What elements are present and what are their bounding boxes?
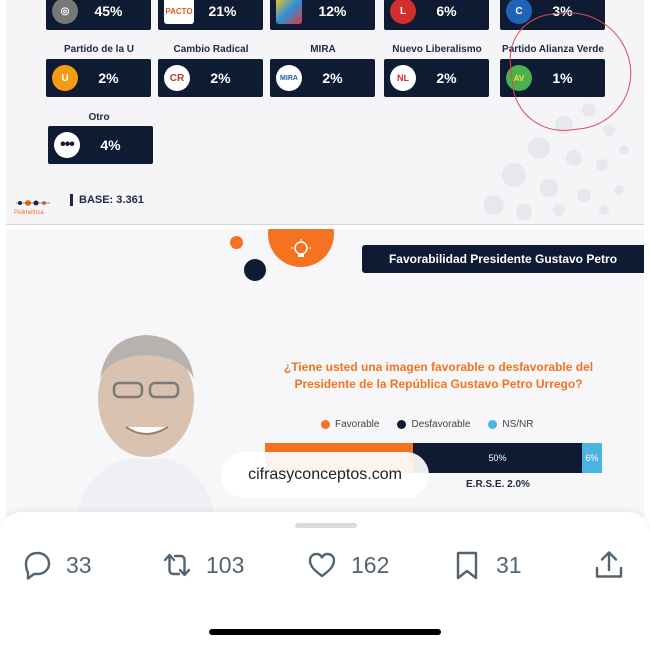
- party-name: Partido de la U: [63, 44, 134, 55]
- party-percentage: 6%: [436, 3, 457, 19]
- party-percentage: 21%: [208, 3, 237, 19]
- reply-button[interactable]: 33: [20, 548, 92, 582]
- party-logo-icon: PACTO: [164, 0, 194, 24]
- more-dots-icon: •••: [54, 132, 80, 158]
- party-percentage: 2%: [98, 70, 119, 86]
- party-tile: PACTO 21%: [158, 0, 263, 30]
- party-percentage: 45%: [94, 3, 123, 19]
- bookmark-count: 31: [496, 551, 522, 578]
- party-logo-icon: CR: [164, 65, 190, 91]
- repost-button[interactable]: 103: [160, 548, 244, 582]
- home-indicator[interactable]: [209, 629, 441, 635]
- legend-item: Desfavorable: [397, 419, 470, 430]
- legend-swatch: [488, 420, 498, 429]
- reply-icon: [24, 551, 51, 580]
- party-logo-icon: MIRA: [276, 65, 302, 91]
- party-tile: U 2%: [46, 59, 151, 97]
- error-margin: E.R.S.E. 2.0%: [466, 479, 530, 490]
- party-tile: MIRA 2%: [270, 59, 375, 97]
- party-tile: ◎ 45%: [46, 0, 151, 30]
- repost-count: 103: [206, 551, 245, 578]
- party-tile: L 6%: [384, 0, 489, 30]
- chart-legend: Favorable Desfavorable NS/NR: [321, 419, 534, 430]
- repost-icon: [163, 553, 191, 577]
- heart-icon: [308, 552, 336, 578]
- legend-item: NS/NR: [488, 419, 534, 430]
- party-tile: NL 2%: [384, 59, 489, 97]
- party-name: Cambio Radical: [173, 44, 249, 55]
- party-percentage: 4%: [100, 137, 121, 153]
- reply-count: 33: [66, 551, 92, 578]
- legend-item: Favorable: [321, 419, 379, 430]
- party-logo-icon: C: [506, 0, 532, 24]
- slide-title: Favorabilidad Presidente Gustavo Petro: [362, 245, 644, 273]
- party-logo-icon: NL: [390, 65, 416, 91]
- president-photo: [76, 335, 216, 519]
- share-button[interactable]: [592, 548, 626, 582]
- party-percentage: 2%: [436, 70, 457, 86]
- decorative-dot: [244, 259, 266, 281]
- party-tile: ••• 4%: [48, 126, 153, 164]
- bar-nsnr: 6%: [581, 443, 602, 473]
- party-logo-icon: [276, 0, 302, 24]
- screen: ◎ 45% PACTO 21% 12% L 6% C 3% Partido de…: [0, 0, 650, 650]
- party-tile: CR 2%: [158, 59, 263, 97]
- party-name: MIRA: [310, 44, 336, 55]
- party-percentage: 12%: [318, 3, 347, 19]
- party-logo-icon: ◎: [52, 0, 78, 24]
- polimetrica-logo: Polimétrica: [14, 196, 58, 218]
- share-icon: [595, 551, 623, 578]
- sheet-drag-handle[interactable]: [295, 523, 357, 528]
- post-action-bar: 33 103 162 31: [0, 512, 650, 650]
- bulb-icon: [268, 229, 334, 267]
- party-percentage: 2%: [210, 70, 231, 86]
- party-name: Nuevo Liberalismo: [392, 44, 482, 55]
- sample-base: BASE: 3.361: [70, 194, 144, 206]
- bookmark-button[interactable]: 31: [450, 548, 522, 582]
- party-results-slide: ◎ 45% PACTO 21% 12% L 6% C 3% Partido de…: [6, 0, 644, 225]
- bookmark-icon: [456, 551, 478, 580]
- source-watermark: cifrasyconceptos.com: [221, 452, 429, 498]
- legend-swatch: [397, 420, 407, 429]
- survey-question: ¿Tiene usted una imagen favorable o desf…: [283, 360, 594, 391]
- party-logo-icon: U: [52, 65, 78, 91]
- like-count: 162: [351, 551, 390, 578]
- party-logo-icon: L: [390, 0, 416, 24]
- legend-swatch: [321, 420, 330, 429]
- party-tile: 12%: [270, 0, 375, 30]
- party-name: Otro: [88, 112, 110, 123]
- like-button[interactable]: 162: [305, 548, 389, 582]
- bar-desfavorable: 50%: [413, 443, 582, 473]
- party-percentage: 2%: [322, 70, 343, 86]
- decorative-dot: [230, 236, 243, 249]
